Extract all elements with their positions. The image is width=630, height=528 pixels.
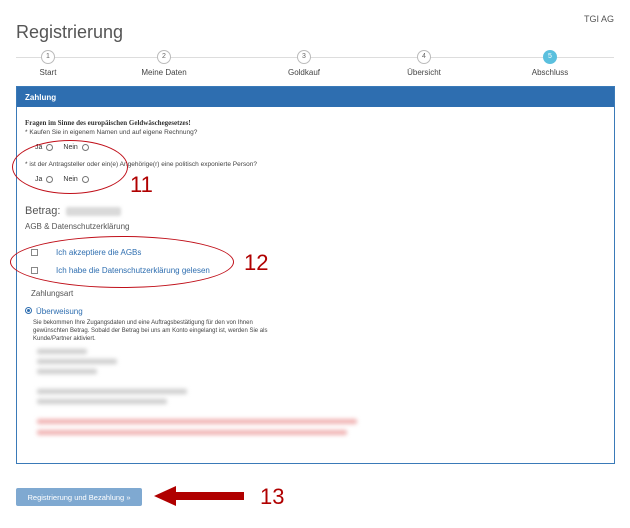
redacted-text [37, 349, 87, 354]
bank-transfer-description: Sie bekommen Ihre Zugangsdaten und eine … [33, 320, 268, 342]
amount-row: Betrag: [25, 205, 122, 217]
step-abschluss: 5 Abschluss [505, 50, 595, 77]
redacted-text [37, 389, 187, 394]
redacted-text [37, 399, 167, 404]
question-own-account: * Kaufen Sie in eigenem Namen und auf ei… [25, 129, 198, 136]
payment-method-title: Zahlungsart [31, 289, 74, 298]
redacted-text [37, 419, 357, 424]
amount-value-redacted [66, 206, 122, 216]
amount-label: Betrag: [25, 205, 61, 217]
redacted-text [37, 369, 97, 374]
bank-transfer-option[interactable]: Überweisung [25, 307, 83, 316]
bank-transfer-radio[interactable] [25, 307, 32, 314]
step-label: Meine Daten [141, 68, 187, 77]
annotation-number-13: 13 [260, 484, 285, 509]
annotation-number-12: 12 [244, 250, 269, 275]
step-number: 3 [297, 50, 311, 64]
annotation-circle-12 [10, 236, 234, 288]
step-meine-daten: 2 Meine Daten [119, 50, 209, 77]
company-name: TGI AG [583, 14, 614, 24]
redacted-text [37, 359, 117, 364]
step-number: 4 [417, 50, 431, 64]
step-label: Übersicht [407, 68, 441, 77]
section-title: Fragen im Sinne des europäischen Geldwäs… [25, 119, 191, 127]
step-label: Abschluss [531, 68, 569, 77]
step-number: 2 [157, 50, 171, 64]
page-title: Registrierung [16, 22, 124, 42]
step-uebersicht: 4 Übersicht [379, 50, 469, 77]
step-label: Goldkauf [287, 68, 321, 77]
annotation-number-11: 11 [130, 172, 153, 197]
register-and-pay-button[interactable]: Registrierung und Bezahlung » [16, 488, 142, 506]
bank-transfer-label[interactable]: Überweisung [36, 307, 83, 316]
progress-stepper: 1 Start 2 Meine Daten 3 Goldkauf 4 Übers… [16, 44, 614, 84]
step-number: 1 [41, 50, 55, 64]
annotation-circle-11 [12, 140, 128, 194]
step-number: 5 [543, 50, 557, 64]
step-goldkauf: 3 Goldkauf [259, 50, 349, 77]
annotation-arrow-icon [154, 486, 244, 506]
redacted-text [37, 430, 347, 435]
panel-heading: Zahlung [17, 87, 614, 107]
agb-title: AGB & Datenschutzerklärung [25, 222, 130, 231]
step-label: Start [39, 68, 57, 77]
step-start: 1 Start [3, 50, 93, 77]
